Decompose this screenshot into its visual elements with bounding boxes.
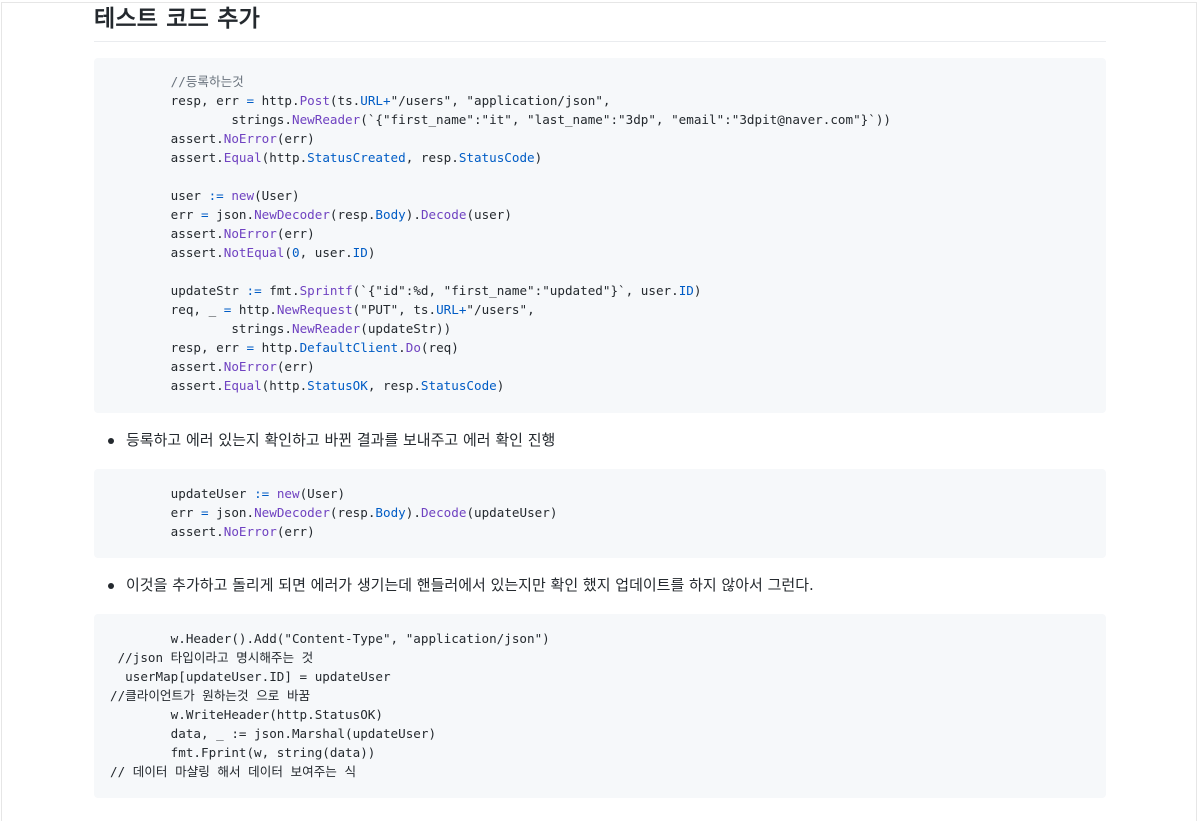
code-line: w.Header().Add("Content-Type", "applicat… <box>110 631 550 646</box>
code-line: assert.NoError(err) <box>110 524 315 539</box>
bullet-dot-icon <box>108 583 114 589</box>
code-line: req, _ = http.NewRequest("PUT", ts.URL+"… <box>110 302 535 317</box>
code-line: strings.NewReader(updateStr)) <box>110 321 452 336</box>
code-line: user := new(User) <box>110 188 300 203</box>
code-line: // 데이터 마샬링 해서 데이터 보여주는 식 <box>110 764 357 779</box>
code-line: //클라이언트가 원하는것 으로 바꿈 <box>110 688 311 703</box>
bullet-list-2: 이것을 추가하고 돌리게 되면 에러가 생기는데 핸들러에서 있는지만 확인 했… <box>94 575 1106 595</box>
code-line: ​ <box>110 167 1090 186</box>
section-heading: 테스트 코드 추가 <box>94 0 1106 42</box>
code-line: assert.NoError(err) <box>110 131 315 146</box>
code-line: userMap[updateUser.ID] = updateUser <box>110 669 391 684</box>
code-line: assert.NotEqual(0, user.ID) <box>110 245 376 260</box>
code-line: //json 타입이라고 명시해주는 것 <box>110 650 314 665</box>
list-item-text: 등록하고 에러 있는지 확인하고 바뀐 결과를 보내주고 에러 확인 진행 <box>126 431 556 449</box>
code-line: err = json.NewDecoder(resp.Body).Decode(… <box>110 505 558 520</box>
code-line: resp, err = http.DefaultClient.Do(req) <box>110 340 459 355</box>
code-block-register-and-update: //등록하는것 resp, err = http.Post(ts.URL+"/u… <box>94 58 1106 413</box>
code-line: assert.Equal(http.StatusCreated, resp.St… <box>110 150 543 165</box>
code-line: assert.NoError(err) <box>110 226 315 241</box>
code-line: err = json.NewDecoder(resp.Body).Decode(… <box>110 207 512 222</box>
code-line: data, _ := json.Marshal(updateUser) <box>110 726 437 741</box>
list-item: 등록하고 에러 있는지 확인하고 바뀐 결과를 보내주고 에러 확인 진행 <box>94 430 1106 450</box>
list-item-text: 이것을 추가하고 돌리게 되면 에러가 생기는데 핸들러에서 있는지만 확인 했… <box>126 576 814 594</box>
code-line: assert.NoError(err) <box>110 359 315 374</box>
code-block-handler-update: w.Header().Add("Content-Type", "applicat… <box>94 614 1106 798</box>
code-line: assert.Equal(http.StatusOK, resp.StatusC… <box>110 378 505 393</box>
list-item: 이것을 추가하고 돌리게 되면 에러가 생기는데 핸들러에서 있는지만 확인 했… <box>94 575 1106 595</box>
code-line: updateUser := new(User) <box>110 486 346 501</box>
code-line: fmt.Fprint(w, string(data)) <box>110 745 376 760</box>
code-line: resp, err = http.Post(ts.URL+"/users", "… <box>110 93 611 108</box>
code-line: strings.NewReader(`{"first_name":"it", "… <box>110 112 891 127</box>
document-content: 테스트 코드 추가 //등록하는것 resp, err = http.Post(… <box>94 0 1106 798</box>
code-line: ​ <box>110 262 1090 281</box>
code-line: //등록하는것 <box>170 74 244 89</box>
bullet-dot-icon <box>108 438 114 444</box>
code-line: updateStr := fmt.Sprintf(`{"id":%d, "fir… <box>110 283 702 298</box>
bullet-list-1: 등록하고 에러 있는지 확인하고 바뀐 결과를 보내주고 에러 확인 진행 <box>94 430 1106 450</box>
code-block-decode-update-user: updateUser := new(User) err = json.NewDe… <box>94 469 1106 558</box>
code-line: w.WriteHeader(http.StatusOK) <box>110 707 383 722</box>
